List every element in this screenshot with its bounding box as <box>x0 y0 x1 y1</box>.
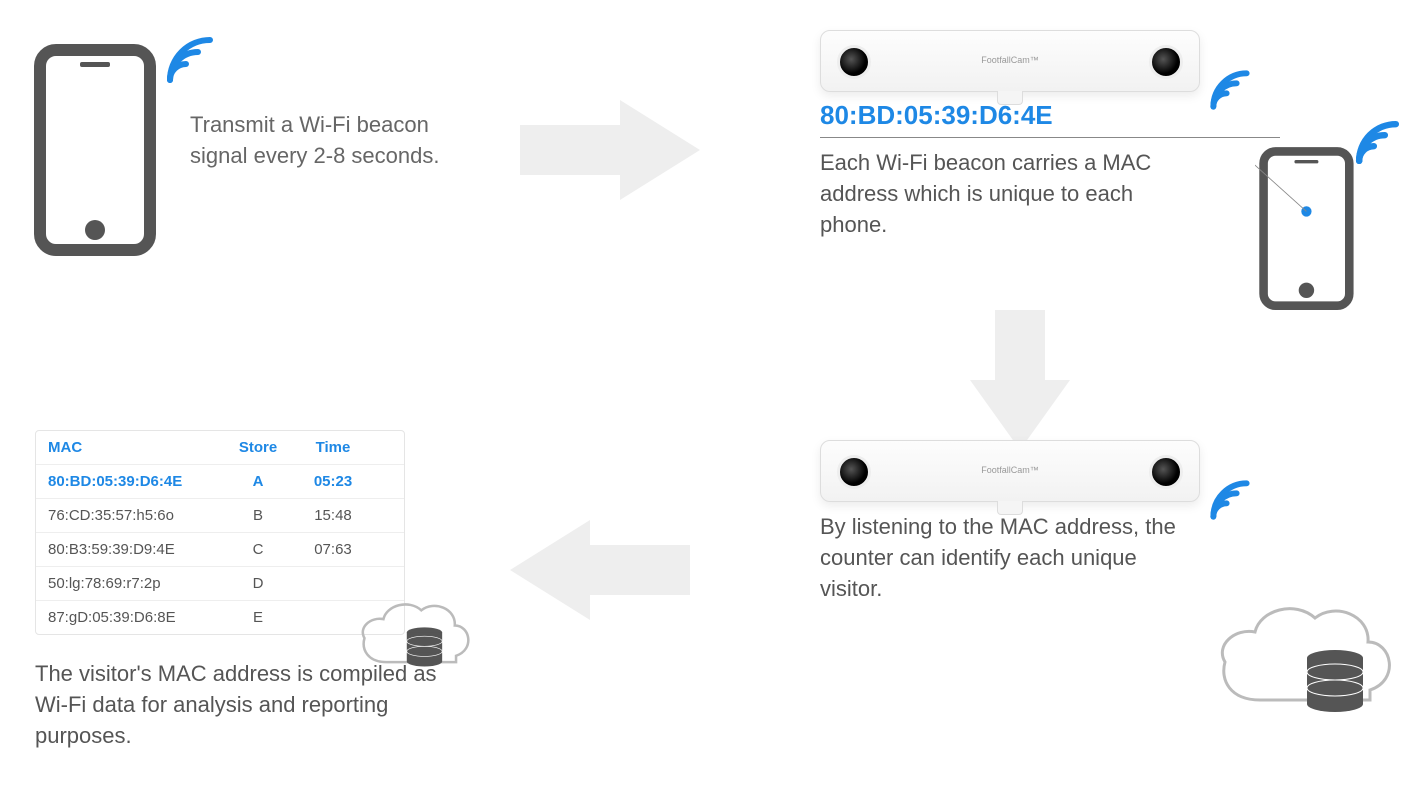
cell-store: D <box>218 575 298 592</box>
arrow-right-icon <box>520 90 700 215</box>
cell-store: C <box>218 541 298 558</box>
counter-device-icon: FootfallCam™ <box>820 30 1200 92</box>
cell-mac: 50:lg:78:69:r7:2p <box>48 575 218 592</box>
counter-device-icon: FootfallCam™ <box>820 440 1200 502</box>
cloud-database-icon <box>355 590 475 695</box>
table-row: 76:CD:35:57:h5:6o B 15:48 <box>36 499 404 533</box>
divider <box>820 137 1280 138</box>
stage-phone-transmit: Transmit a Wi-Fi beacon signal every 2-8… <box>30 40 470 265</box>
wifi-icon <box>1205 65 1255 120</box>
cell-time: 15:48 <box>298 507 368 524</box>
wifi-icon <box>160 30 220 95</box>
cell-time: 07:63 <box>298 541 368 558</box>
table-row: 50:lg:78:69:r7:2p D <box>36 567 404 601</box>
phone-with-text: Transmit a Wi-Fi beacon signal every 2-8… <box>30 40 470 265</box>
wifi-icon <box>1205 475 1255 530</box>
stage-device-listen: FootfallCam™ By listening to the MAC add… <box>780 440 1400 604</box>
cell-mac: 80:BD:05:39:D6:4E <box>48 473 218 490</box>
phone-icon <box>30 40 170 265</box>
table-header-row: MAC Store Time <box>36 431 404 465</box>
stage3-text: By listening to the MAC address, the cou… <box>820 512 1180 604</box>
cell-store: B <box>218 507 298 524</box>
device-mount-icon <box>997 501 1023 515</box>
stage1-text: Transmit a Wi-Fi beacon signal every 2-8… <box>190 110 440 172</box>
lens-right-icon <box>1149 45 1183 79</box>
stage-device-mac: FootfallCam™ 80:BD:05:39:D6:4E Each Wi-F… <box>780 30 1380 240</box>
cell-store: A <box>218 473 298 490</box>
lens-right-icon <box>1149 455 1183 489</box>
device-brand: FootfallCam™ <box>981 55 1039 65</box>
arrow-down-icon <box>960 310 1080 455</box>
col-mac: MAC <box>48 439 218 456</box>
lens-left-icon <box>837 455 871 489</box>
device-mount-icon <box>997 91 1023 105</box>
device-brand: FootfallCam™ <box>981 465 1039 475</box>
cell-store: E <box>218 609 298 626</box>
cloud-database-icon <box>1210 590 1400 745</box>
lens-left-icon <box>837 45 871 79</box>
arrow-left-icon <box>510 510 690 635</box>
table-row: 87:gD:05:39:D6:8E E <box>36 601 404 634</box>
cell-mac: 87:gD:05:39:D6:8E <box>48 609 218 626</box>
cell-mac: 80:B3:59:39:D9:4E <box>48 541 218 558</box>
stage-data-table: MAC Store Time 80:BD:05:39:D6:4E A 05:23… <box>35 430 485 751</box>
wifi-icon <box>1350 115 1405 175</box>
stage2-text: Each Wi-Fi beacon carries a MAC address … <box>820 148 1200 240</box>
cell-mac: 76:CD:35:57:h5:6o <box>48 507 218 524</box>
table-row: 80:BD:05:39:D6:4E A 05:23 <box>36 465 404 499</box>
cell-time: 05:23 <box>298 473 368 490</box>
col-store: Store <box>218 439 298 456</box>
mac-table: MAC Store Time 80:BD:05:39:D6:4E A 05:23… <box>35 430 405 635</box>
table-row: 80:B3:59:39:D9:4E C 07:63 <box>36 533 404 567</box>
phone-icon <box>1255 120 1375 325</box>
col-time: Time <box>298 439 368 456</box>
